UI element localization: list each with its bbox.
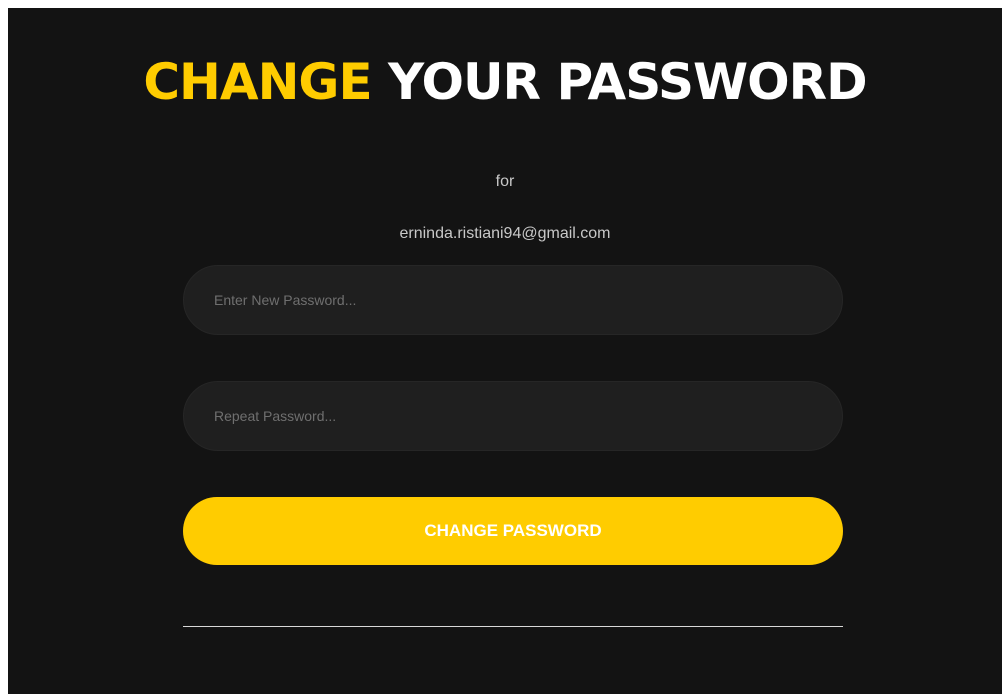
subtitle-for: for <box>495 173 515 190</box>
page-title-accent: CHANGE <box>143 53 372 111</box>
change-password-button[interactable]: CHANGE PASSWORD <box>183 497 843 565</box>
page-title-rest: YOUR PASSWORD <box>388 53 868 111</box>
divider <box>183 626 843 627</box>
repeat-password-field[interactable] <box>183 381 843 451</box>
change-password-panel: CHANGE YOUR PASSWORD for erninda.ristian… <box>8 8 1002 694</box>
page-title: CHANGE YOUR PASSWORD <box>8 52 1002 112</box>
new-password-field[interactable] <box>183 265 843 335</box>
account-email: erninda.ristiani94@gmail.com <box>399 225 611 242</box>
